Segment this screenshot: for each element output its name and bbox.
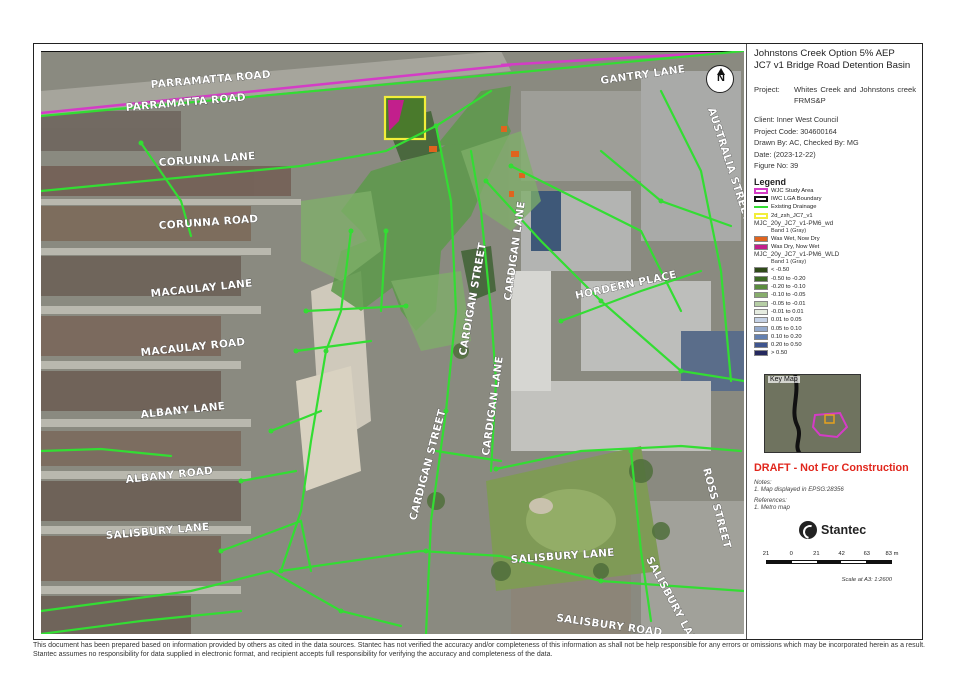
stantec-logo-icon bbox=[799, 520, 817, 539]
map-title-line2: JC7 v1 Bridge Road Detention Basin bbox=[754, 60, 911, 71]
legend-label: WJC Study Area bbox=[771, 187, 814, 194]
map-view[interactable]: PARRAMATTA ROAD PARRAMATTA ROAD GANTRY L… bbox=[41, 51, 744, 634]
legend-label: 0.10 to 0.20 bbox=[771, 333, 802, 340]
legend-item: IWC LGA Boundary bbox=[754, 195, 916, 203]
legend-label: -0.20 to -0.10 bbox=[771, 284, 806, 291]
legend-item: 0.01 to 0.05 bbox=[754, 316, 916, 324]
key-map[interactable]: Key Map bbox=[764, 373, 861, 453]
legend-swatch bbox=[754, 308, 768, 315]
legend-label: -0.10 to -0.05 bbox=[771, 292, 806, 299]
project-value: Whites Creek and Johnstons creek FRMS&P bbox=[794, 85, 916, 105]
legend-title: Legend bbox=[754, 176, 787, 187]
legend-item: Was Wet, Now Dry bbox=[754, 235, 916, 243]
legend-swatch bbox=[754, 333, 768, 340]
key-map-image bbox=[765, 374, 860, 452]
refs-1: 1. Metro map bbox=[754, 504, 790, 512]
legend-item: WJC Study Area bbox=[754, 187, 916, 195]
scale-tick: 21 bbox=[813, 550, 820, 557]
legend-swatch bbox=[754, 292, 768, 299]
stantec-logo: Stantec bbox=[799, 520, 916, 539]
legend-item: 0.20 to 0.50 bbox=[754, 341, 916, 349]
legend-item: -0.10 to -0.05 bbox=[754, 291, 916, 299]
legend-label: 0.01 to 0.05 bbox=[771, 317, 802, 324]
disclaimer: This document has been prepared based on… bbox=[33, 642, 925, 658]
legend: WJC Study Area IWC LGA Boundary Existing D… bbox=[754, 187, 916, 358]
legend-item: -0.05 to -0.01 bbox=[754, 299, 916, 307]
legend-swatch bbox=[754, 187, 768, 194]
scale-tick: 83 m bbox=[885, 550, 899, 557]
legend-label: IWC LGA Boundary bbox=[771, 195, 822, 202]
drawn-by: Drawn By: AC, Checked By: MG bbox=[754, 138, 859, 147]
legend-swatch bbox=[754, 212, 768, 219]
legend-label: Was Dry, Now Wet bbox=[771, 244, 820, 251]
map-sheet: PARRAMATTA ROAD PARRAMATTA ROAD GANTRY L… bbox=[33, 43, 923, 640]
legend-item: > 0.50 bbox=[754, 349, 916, 357]
project-row: Project: Whites Creek and Johnstons cree… bbox=[754, 84, 916, 106]
legend-label: > 0.50 bbox=[771, 350, 788, 357]
figure-no: Figure No: 39 bbox=[754, 161, 799, 170]
project-code: Project Code: 304600164 bbox=[754, 126, 837, 136]
client: Client: Inner West Council bbox=[754, 115, 839, 124]
legend-swatch bbox=[754, 235, 768, 242]
notes-1: 1. Map displayed in EPSG:28356 bbox=[754, 485, 844, 493]
legend-label: -0.01 to 0.01 bbox=[771, 308, 804, 315]
legend-group-title: MJC_20y_JC7_v1-PM6_WLD bbox=[754, 251, 840, 259]
legend-swatch bbox=[754, 325, 768, 332]
date: Date: (2023-12-22) bbox=[754, 149, 816, 159]
legend-item: -0.50 to -0.20 bbox=[754, 275, 916, 283]
legend-group-title: MJC_20y_JC7_v1-PM6_wd bbox=[754, 219, 834, 227]
scale-tick: 21 bbox=[762, 550, 770, 557]
legend-item: 2d_zsh_JC7_v1 bbox=[754, 211, 916, 219]
draft-stamp: DRAFT - Not For Construction bbox=[754, 461, 909, 474]
legend-item: -0.20 to -0.10 bbox=[754, 283, 916, 291]
refs-title: References: bbox=[754, 497, 787, 505]
legend-swatch bbox=[754, 300, 768, 307]
legend-label: 0.05 to 0.10 bbox=[771, 325, 802, 332]
legend-label: < -0.50 bbox=[771, 267, 790, 274]
scale-tick: 42 bbox=[838, 550, 845, 557]
map-title-line1: Johnstons Creek Option 5% AEP bbox=[754, 48, 895, 59]
scale-tick: 0 bbox=[789, 550, 793, 557]
key-map-label: Key Map bbox=[768, 375, 800, 383]
legend-label: -0.05 to -0.01 bbox=[771, 300, 806, 307]
stantec-logo-text: Stantec bbox=[821, 522, 867, 537]
legend-swatch bbox=[754, 195, 768, 202]
scale-ratio: Scale at A3: 1:2600 bbox=[841, 576, 892, 583]
legend-item: < -0.50 bbox=[754, 266, 916, 274]
legend-label: Was Wet, Now Dry bbox=[771, 235, 820, 242]
north-arrow-icon: N bbox=[706, 65, 734, 93]
notes-title: Notes: bbox=[754, 478, 772, 486]
legend-group-band: Band 1 (Gray) bbox=[771, 259, 807, 266]
legend-swatch bbox=[754, 267, 768, 274]
legend-item: -0.01 to 0.01 bbox=[754, 308, 916, 316]
legend-swatch bbox=[754, 350, 768, 357]
legend-swatch bbox=[754, 206, 768, 209]
legend-item: Was Dry, Now Wet bbox=[754, 243, 916, 251]
legend-label: Existing Drainage bbox=[771, 204, 817, 211]
legend-swatch bbox=[754, 342, 768, 349]
legend-item: 0.05 to 0.10 bbox=[754, 324, 916, 332]
scale-tick: 63 bbox=[863, 550, 871, 557]
info-panel: Johnstons Creek Option 5% AEP JC7 v1 Bri… bbox=[746, 44, 922, 639]
project-label: Project: bbox=[754, 85, 780, 94]
legend-label: 2d_zsh_JC7_v1 bbox=[771, 212, 813, 219]
north-label: N bbox=[717, 72, 725, 84]
legend-item: 0.10 to 0.20 bbox=[754, 333, 916, 341]
legend-swatch bbox=[754, 284, 768, 291]
legend-swatch bbox=[754, 275, 768, 282]
aerial-map: PARRAMATTA ROAD PARRAMATTA ROAD GANTRY L… bbox=[41, 51, 744, 634]
legend-label: 0.20 to 0.50 bbox=[771, 342, 802, 349]
legend-group-band: Band 1 (Gray) bbox=[771, 227, 807, 234]
legend-swatch bbox=[754, 317, 768, 324]
scale-bar: 21 0 21 42 63 83 m bbox=[754, 551, 916, 575]
legend-item: Existing Drainage bbox=[754, 203, 916, 211]
legend-label: -0.50 to -0.20 bbox=[771, 275, 806, 282]
legend-swatch bbox=[754, 244, 768, 251]
